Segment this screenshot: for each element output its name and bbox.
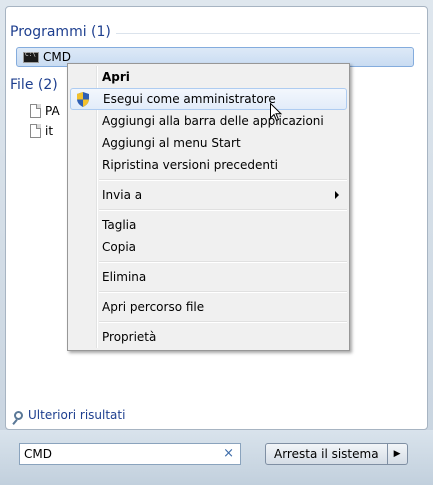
uac-shield-icon <box>77 92 89 107</box>
menu-separator <box>99 291 347 293</box>
menu-item-send-to[interactable]: Invia a <box>70 184 347 206</box>
menu-item-copy[interactable]: Copia <box>70 236 347 258</box>
document-icon <box>30 104 41 118</box>
menu-item-label: Esegui come amministratore <box>103 92 276 106</box>
menu-item-label: Proprietà <box>102 330 157 344</box>
result-item-label: it <box>45 124 54 138</box>
cmd-icon <box>23 51 39 63</box>
menu-item-label: Aggiungi al menu Start <box>102 136 241 150</box>
document-icon <box>30 124 41 138</box>
result-item-file-it[interactable]: it <box>30 121 53 141</box>
menu-item-open[interactable]: Apri <box>70 66 347 88</box>
shutdown-button[interactable]: Arresta il sistema <box>265 443 388 465</box>
menu-separator <box>99 179 347 181</box>
menu-item-delete[interactable]: Elimina <box>70 266 347 288</box>
menu-item-pin-start[interactable]: Aggiungi al menu Start <box>70 132 347 154</box>
menu-separator <box>99 321 347 323</box>
context-menu: Apri Esegui come amministratore Aggiungi… <box>67 63 350 351</box>
shutdown-options-button[interactable]: ▶ <box>387 443 408 465</box>
search-box[interactable]: × <box>19 443 241 465</box>
programs-heading-divider <box>116 33 420 34</box>
menu-item-cut[interactable]: Taglia <box>70 214 347 236</box>
menu-item-restore-versions[interactable]: Ripristina versioni precedenti <box>70 154 347 176</box>
search-input[interactable] <box>20 445 214 463</box>
more-results-link[interactable]: Ulteriori risultati <box>14 408 125 422</box>
menu-item-label: Taglia <box>102 218 137 232</box>
mouse-pointer-icon <box>270 103 282 122</box>
menu-item-run-as-admin[interactable]: Esegui come amministratore <box>70 88 347 110</box>
menu-item-properties[interactable]: Proprietà <box>70 326 347 348</box>
menu-item-label: Aggiungi alla barra delle applicazioni <box>102 114 324 128</box>
submenu-arrow-icon <box>335 191 339 199</box>
menu-item-label: Elimina <box>102 270 147 284</box>
shutdown-control: Arresta il sistema ▶ <box>265 443 408 465</box>
files-heading: File (2) <box>10 77 58 93</box>
programs-heading: Programmi (1) <box>10 24 111 40</box>
result-item-label: PA <box>45 104 60 118</box>
menu-item-open-file-location[interactable]: Apri percorso file <box>70 296 347 318</box>
chevron-right-icon: ▶ <box>393 449 401 459</box>
menu-item-label: Apri <box>102 70 130 84</box>
clear-search-icon[interactable]: × <box>223 446 234 461</box>
menu-item-label: Apri percorso file <box>102 300 205 314</box>
result-item-file-pa[interactable]: PA <box>30 101 60 121</box>
search-icon <box>14 410 23 420</box>
menu-item-label: Ripristina versioni precedenti <box>102 158 279 172</box>
menu-item-pin-taskbar[interactable]: Aggiungi alla barra delle applicazioni <box>70 110 347 132</box>
menu-item-label: Invia a <box>102 188 143 202</box>
more-results-label: Ulteriori risultati <box>28 408 126 422</box>
menu-separator <box>99 261 347 263</box>
menu-separator <box>99 209 347 211</box>
menu-item-label: Copia <box>102 240 137 254</box>
result-item-label: CMD <box>43 50 71 64</box>
